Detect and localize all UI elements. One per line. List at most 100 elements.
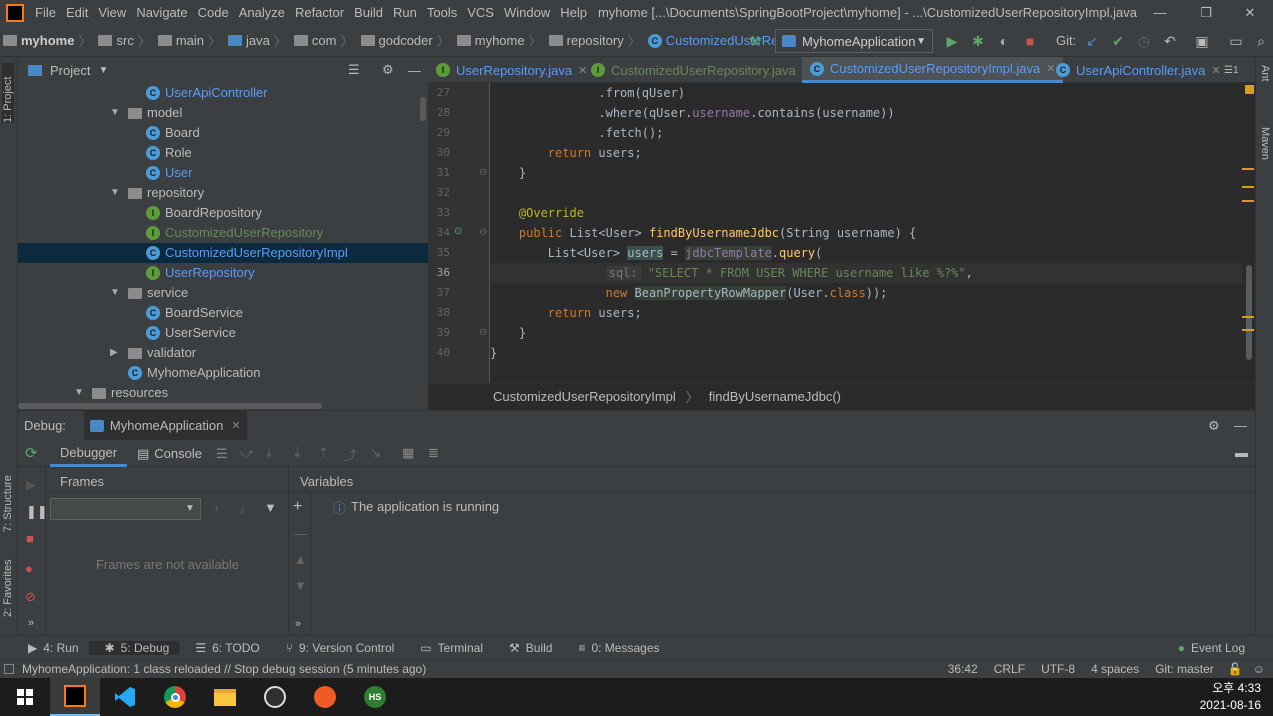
ant-tool-button[interactable]: Ant xyxy=(1259,65,1271,82)
tab-console[interactable]: ▤ Console ☰ xyxy=(133,440,232,467)
tab-userrepository[interactable]: I UserRepository.java ✕ xyxy=(428,57,595,83)
git-update-icon[interactable]: ↙ xyxy=(1082,31,1102,51)
crumb-project[interactable]: myhome 〉 xyxy=(0,31,95,50)
menu-run[interactable]: Run xyxy=(388,0,422,25)
stop-icon[interactable]: ■ xyxy=(26,531,34,546)
caret-position[interactable]: 36:42 xyxy=(940,662,986,676)
tool-build-button[interactable]: ⚒ Build xyxy=(493,641,562,655)
tree-item-resources[interactable]: ▼ resources xyxy=(74,383,168,403)
run-config-select[interactable]: MyhomeApplication ▼ xyxy=(775,29,933,53)
tree-item-model[interactable]: ▼ model xyxy=(110,103,182,123)
crumb-java[interactable]: java 〉 xyxy=(225,31,291,50)
fold-marker-icon[interactable]: ⊖ xyxy=(479,227,487,238)
rollback-icon[interactable]: ↶ xyxy=(1160,31,1180,51)
editor-scrollbar-thumb[interactable] xyxy=(1246,265,1252,360)
tree-item-myhomeapplication[interactable]: C MyhomeApplication xyxy=(128,363,260,383)
history-icon[interactable]: ◷ xyxy=(1134,31,1154,51)
tab-customizeduserrepository[interactable]: ICustomizedUserRepository.java✕ xyxy=(583,57,819,83)
search-icon[interactable]: ⌕ xyxy=(1251,31,1271,51)
vscode-taskbar-icon[interactable] xyxy=(100,678,150,716)
tree-item-userrepository[interactable]: I UserRepository xyxy=(146,263,255,283)
step-into-icon[interactable]: ⇣ xyxy=(292,445,303,461)
step-out-icon[interactable]: ⇡ xyxy=(318,445,329,461)
debug-bug-icon[interactable]: ✱ xyxy=(968,31,988,51)
obs-taskbar-icon[interactable] xyxy=(250,678,300,716)
remove-watch-icon[interactable]: — xyxy=(294,526,307,541)
system-clock[interactable]: 오후 4:33 2021-08-16 xyxy=(1200,680,1261,714)
error-stripe-mark[interactable] xyxy=(1242,186,1254,188)
menu-edit[interactable]: Edit xyxy=(61,0,93,25)
gear-icon[interactable]: ⚙ xyxy=(382,62,394,78)
tab-userapicontroller[interactable]: C UserApiController.java ✕ xyxy=(1048,57,1229,83)
presentation-icon[interactable]: ▭ xyxy=(1226,31,1246,51)
menu-lines-icon[interactable]: ☰ xyxy=(216,446,228,462)
mute-breakpoints-icon[interactable]: ⊘ xyxy=(25,589,36,605)
minimize-button[interactable]: — xyxy=(1137,0,1183,25)
git-commit-icon[interactable]: ✔ xyxy=(1108,31,1128,51)
expand-arrow-icon[interactable]: ▼ xyxy=(110,283,122,303)
horizontal-scrollbar[interactable] xyxy=(18,403,322,409)
tool-todo-button[interactable]: ☰ 6: TODO xyxy=(179,641,269,655)
collapse-all-icon[interactable]: ☰ xyxy=(348,62,360,78)
tree-item-user[interactable]: C User xyxy=(146,163,192,183)
status-message[interactable]: MyhomeApplication: 1 class reloaded // S… xyxy=(22,662,426,676)
move-up-icon[interactable]: ▲ xyxy=(294,552,307,567)
expand-arrow-icon[interactable]: ▼ xyxy=(110,103,122,123)
restore-button[interactable]: ❐ xyxy=(1183,0,1229,25)
favorites-tool-button[interactable]: 2: Favorites xyxy=(2,547,14,617)
project-view-selector[interactable]: Project xyxy=(50,63,90,78)
menu-code[interactable]: Code xyxy=(193,0,234,25)
menu-tools[interactable]: Tools xyxy=(422,0,462,25)
error-stripe-mark[interactable] xyxy=(1242,329,1254,331)
evaluate-icon[interactable]: ▦ xyxy=(402,445,414,461)
view-breakpoints-icon[interactable]: ● xyxy=(25,561,33,576)
expand-arrow-icon[interactable]: ▼ xyxy=(74,383,86,403)
tool-run-button[interactable]: ▶ 4: Run xyxy=(0,641,89,655)
code-editor[interactable]: .from(qUser) .where(qUser.username.conta… xyxy=(490,83,1255,383)
crumb-repository[interactable]: repository 〉 xyxy=(546,31,645,50)
coverage-icon[interactable]: ◐ xyxy=(994,31,1014,51)
menu-window[interactable]: Window xyxy=(499,0,555,25)
fold-marker-icon[interactable]: ⊖ xyxy=(479,327,487,338)
tree-item-userservice[interactable]: C UserService xyxy=(146,323,236,343)
debug-session-tab[interactable]: MyhomeApplication ✕ xyxy=(83,410,247,441)
move-down-icon[interactable]: ▼ xyxy=(294,578,307,593)
tree-item-role[interactable]: C Role xyxy=(146,143,192,163)
breadcrumb-class[interactable]: CustomizedUserRepositoryImpl xyxy=(493,389,676,404)
collapse-arrow-icon[interactable]: ▶ xyxy=(110,343,122,363)
git-branch[interactable]: Git: master xyxy=(1147,662,1222,676)
tabs-overflow-button[interactable]: ☰ 1 xyxy=(1220,57,1243,83)
tool-windows-icon[interactable] xyxy=(4,664,14,674)
build-hammer-icon[interactable]: ⚒ xyxy=(745,31,765,51)
project-structure-icon[interactable]: ▣ xyxy=(1192,31,1212,51)
crumb-com[interactable]: com 〉 xyxy=(291,31,358,50)
hide-panel-icon[interactable]: — xyxy=(1234,418,1247,433)
lock-icon[interactable]: 🔓 xyxy=(1222,662,1249,676)
tree-item-board[interactable]: C Board xyxy=(146,123,200,143)
crumb-godcoder[interactable]: godcoder 〉 xyxy=(358,31,454,50)
menu-file[interactable]: File xyxy=(30,0,61,25)
menu-vcs[interactable]: VCS xyxy=(462,0,499,25)
tool-messages-button[interactable]: ≡ 0: Messages xyxy=(562,641,669,655)
tool-debug-button[interactable]: ✱ 5: Debug xyxy=(88,640,180,655)
fold-marker-icon[interactable]: ⊖ xyxy=(479,167,487,178)
layout-icon[interactable]: ▬ xyxy=(1235,445,1248,460)
menu-refactor[interactable]: Refactor xyxy=(290,0,349,25)
tree-item-boardrepository[interactable]: I BoardRepository xyxy=(146,203,262,223)
run-icon[interactable]: ▶ xyxy=(942,31,962,51)
project-tool-button[interactable]: 1: Project xyxy=(2,63,14,123)
error-stripe-mark[interactable] xyxy=(1242,316,1254,318)
tree-item-boardservice[interactable]: C BoardService xyxy=(146,303,243,323)
drop-frame-icon[interactable]: ⤴ xyxy=(344,445,357,464)
up-arrow-icon[interactable]: ↑ xyxy=(213,501,220,516)
menu-view[interactable]: View xyxy=(93,0,131,25)
tree-item-repository[interactable]: ▼ repository xyxy=(110,183,204,203)
vertical-scrollbar[interactable] xyxy=(420,97,426,121)
filter-icon[interactable]: ▼ xyxy=(264,500,277,515)
windows-start-icon[interactable] xyxy=(0,678,50,716)
down-arrow-icon[interactable]: ↓ xyxy=(239,501,246,516)
inspector-icon[interactable]: ☺ xyxy=(1249,662,1273,676)
close-tab-icon[interactable]: ✕ xyxy=(231,419,240,432)
line-separator[interactable]: CRLF xyxy=(986,662,1033,676)
run-to-cursor-icon[interactable]: ↘ xyxy=(370,445,381,461)
